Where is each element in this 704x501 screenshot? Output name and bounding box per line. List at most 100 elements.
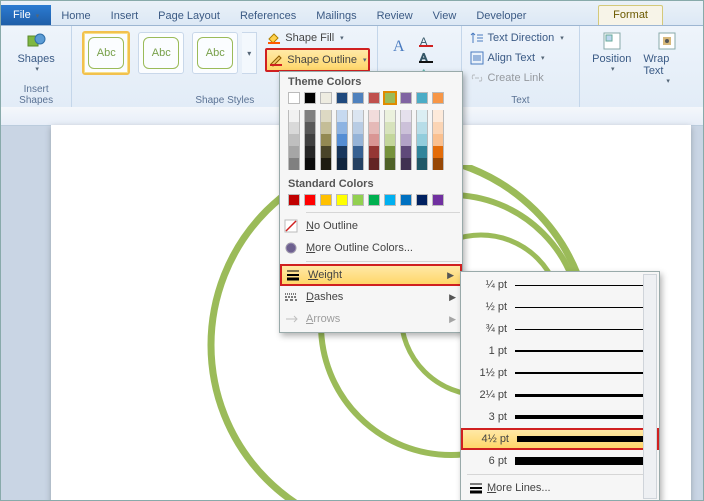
tab-insert[interactable]: Insert bbox=[101, 6, 149, 25]
color-swatch[interactable] bbox=[400, 110, 412, 122]
color-swatch[interactable] bbox=[368, 134, 380, 146]
tab-format[interactable]: Format bbox=[598, 5, 663, 25]
color-swatch[interactable] bbox=[384, 122, 396, 134]
color-swatch[interactable] bbox=[352, 134, 364, 146]
color-swatch[interactable] bbox=[368, 122, 380, 134]
text-outline-icon[interactable]: A bbox=[419, 50, 433, 64]
color-swatch[interactable] bbox=[400, 194, 412, 206]
tab-view[interactable]: View bbox=[423, 6, 467, 25]
style-swatch-3[interactable]: Abc bbox=[192, 32, 238, 74]
color-swatch[interactable] bbox=[400, 134, 412, 146]
color-swatch[interactable] bbox=[320, 110, 332, 122]
color-swatch[interactable] bbox=[288, 194, 300, 206]
color-swatch[interactable] bbox=[384, 92, 396, 104]
color-swatch[interactable] bbox=[320, 158, 332, 170]
color-swatch[interactable] bbox=[384, 158, 396, 170]
color-swatch[interactable] bbox=[352, 194, 364, 206]
shape-outline-button[interactable]: Shape Outline▾ bbox=[265, 48, 370, 72]
weight-option[interactable]: ¾ pt bbox=[461, 318, 659, 340]
color-swatch[interactable] bbox=[320, 194, 332, 206]
color-swatch[interactable] bbox=[416, 122, 428, 134]
text-direction-button[interactable]: Text Direction▾ bbox=[468, 28, 574, 48]
dashes-item[interactable]: DashesDashes ▶ bbox=[280, 286, 462, 308]
color-swatch[interactable] bbox=[288, 146, 300, 158]
shape-fill-button[interactable]: Shape Fill▾ bbox=[265, 28, 370, 48]
color-swatch[interactable] bbox=[304, 194, 316, 206]
color-swatch[interactable] bbox=[416, 146, 428, 158]
color-swatch[interactable] bbox=[432, 194, 444, 206]
tab-developer[interactable]: Developer bbox=[466, 6, 536, 25]
tab-mailings[interactable]: Mailings bbox=[306, 6, 366, 25]
weight-option[interactable]: ½ pt bbox=[461, 296, 659, 318]
color-swatch[interactable] bbox=[304, 134, 316, 146]
create-link-button[interactable]: Create Link bbox=[468, 68, 574, 88]
color-swatch[interactable] bbox=[432, 110, 444, 122]
color-swatch[interactable] bbox=[416, 134, 428, 146]
color-swatch[interactable] bbox=[336, 146, 348, 158]
color-swatch[interactable] bbox=[432, 134, 444, 146]
color-swatch[interactable] bbox=[432, 92, 444, 104]
weight-option[interactable]: 1½ pt bbox=[461, 362, 659, 384]
weight-option[interactable]: 3 pt bbox=[461, 406, 659, 428]
weight-option[interactable]: 1 pt bbox=[461, 340, 659, 362]
weight-option[interactable]: 4½ pt bbox=[461, 428, 659, 450]
color-swatch[interactable] bbox=[336, 92, 348, 104]
color-swatch[interactable] bbox=[336, 110, 348, 122]
color-swatch[interactable] bbox=[416, 158, 428, 170]
color-swatch[interactable] bbox=[384, 146, 396, 158]
color-swatch[interactable] bbox=[352, 146, 364, 158]
color-swatch[interactable] bbox=[288, 134, 300, 146]
color-swatch[interactable] bbox=[336, 194, 348, 206]
color-swatch[interactable] bbox=[416, 92, 428, 104]
shapes-button[interactable]: Shapes ▾ bbox=[7, 28, 65, 76]
color-swatch[interactable] bbox=[400, 146, 412, 158]
more-lines-item[interactable]: More Lines...More Lines... bbox=[461, 477, 659, 499]
color-swatch[interactable] bbox=[336, 122, 348, 134]
tab-file[interactable]: File ▾ bbox=[1, 5, 51, 25]
color-swatch[interactable] bbox=[288, 110, 300, 122]
color-swatch[interactable] bbox=[400, 92, 412, 104]
tab-page-layout[interactable]: Page Layout bbox=[148, 6, 230, 25]
color-swatch[interactable] bbox=[432, 122, 444, 134]
wrap-text-button[interactable]: Wrap Text▾ bbox=[637, 28, 697, 88]
style-swatch-2[interactable]: Abc bbox=[138, 32, 184, 74]
color-swatch[interactable] bbox=[304, 146, 316, 158]
color-swatch[interactable] bbox=[384, 134, 396, 146]
color-swatch[interactable] bbox=[352, 92, 364, 104]
color-swatch[interactable] bbox=[320, 92, 332, 104]
gallery-more-button[interactable]: ▾ bbox=[242, 32, 257, 74]
shape-style-gallery[interactable]: Abc Abc Abc ▾ bbox=[78, 28, 257, 78]
position-button[interactable]: Position▾ bbox=[586, 28, 637, 88]
weight-option[interactable]: ¼ pt bbox=[461, 274, 659, 296]
tab-review[interactable]: Review bbox=[367, 6, 423, 25]
color-swatch[interactable] bbox=[400, 158, 412, 170]
color-swatch[interactable] bbox=[432, 158, 444, 170]
tab-references[interactable]: References bbox=[230, 6, 306, 25]
color-swatch[interactable] bbox=[368, 194, 380, 206]
no-outline-item[interactable]: NNo Outlineo Outline bbox=[280, 215, 462, 237]
color-swatch[interactable] bbox=[368, 92, 380, 104]
more-outline-colors-item[interactable]: More Outline Colors...More Outline Color… bbox=[280, 237, 462, 259]
color-swatch[interactable] bbox=[352, 122, 364, 134]
color-swatch[interactable] bbox=[336, 158, 348, 170]
color-swatch[interactable] bbox=[384, 194, 396, 206]
text-fill-icon[interactable]: A bbox=[419, 34, 433, 48]
color-swatch[interactable] bbox=[336, 134, 348, 146]
style-swatch-1[interactable]: Abc bbox=[82, 31, 130, 75]
color-swatch[interactable] bbox=[304, 110, 316, 122]
color-swatch[interactable] bbox=[352, 110, 364, 122]
color-swatch[interactable] bbox=[320, 134, 332, 146]
color-swatch[interactable] bbox=[320, 146, 332, 158]
color-swatch[interactable] bbox=[400, 122, 412, 134]
weight-item[interactable]: WeightWeight ▶ bbox=[280, 264, 462, 286]
weight-option[interactable]: 6 pt bbox=[461, 450, 659, 472]
color-swatch[interactable] bbox=[416, 194, 428, 206]
color-swatch[interactable] bbox=[304, 122, 316, 134]
color-swatch[interactable] bbox=[368, 146, 380, 158]
color-swatch[interactable] bbox=[288, 158, 300, 170]
weight-option[interactable]: 2¼ pt bbox=[461, 384, 659, 406]
color-swatch[interactable] bbox=[288, 122, 300, 134]
tab-home[interactable]: Home bbox=[51, 6, 100, 25]
align-text-button[interactable]: Align Text▾ bbox=[468, 48, 574, 68]
color-swatch[interactable] bbox=[416, 110, 428, 122]
